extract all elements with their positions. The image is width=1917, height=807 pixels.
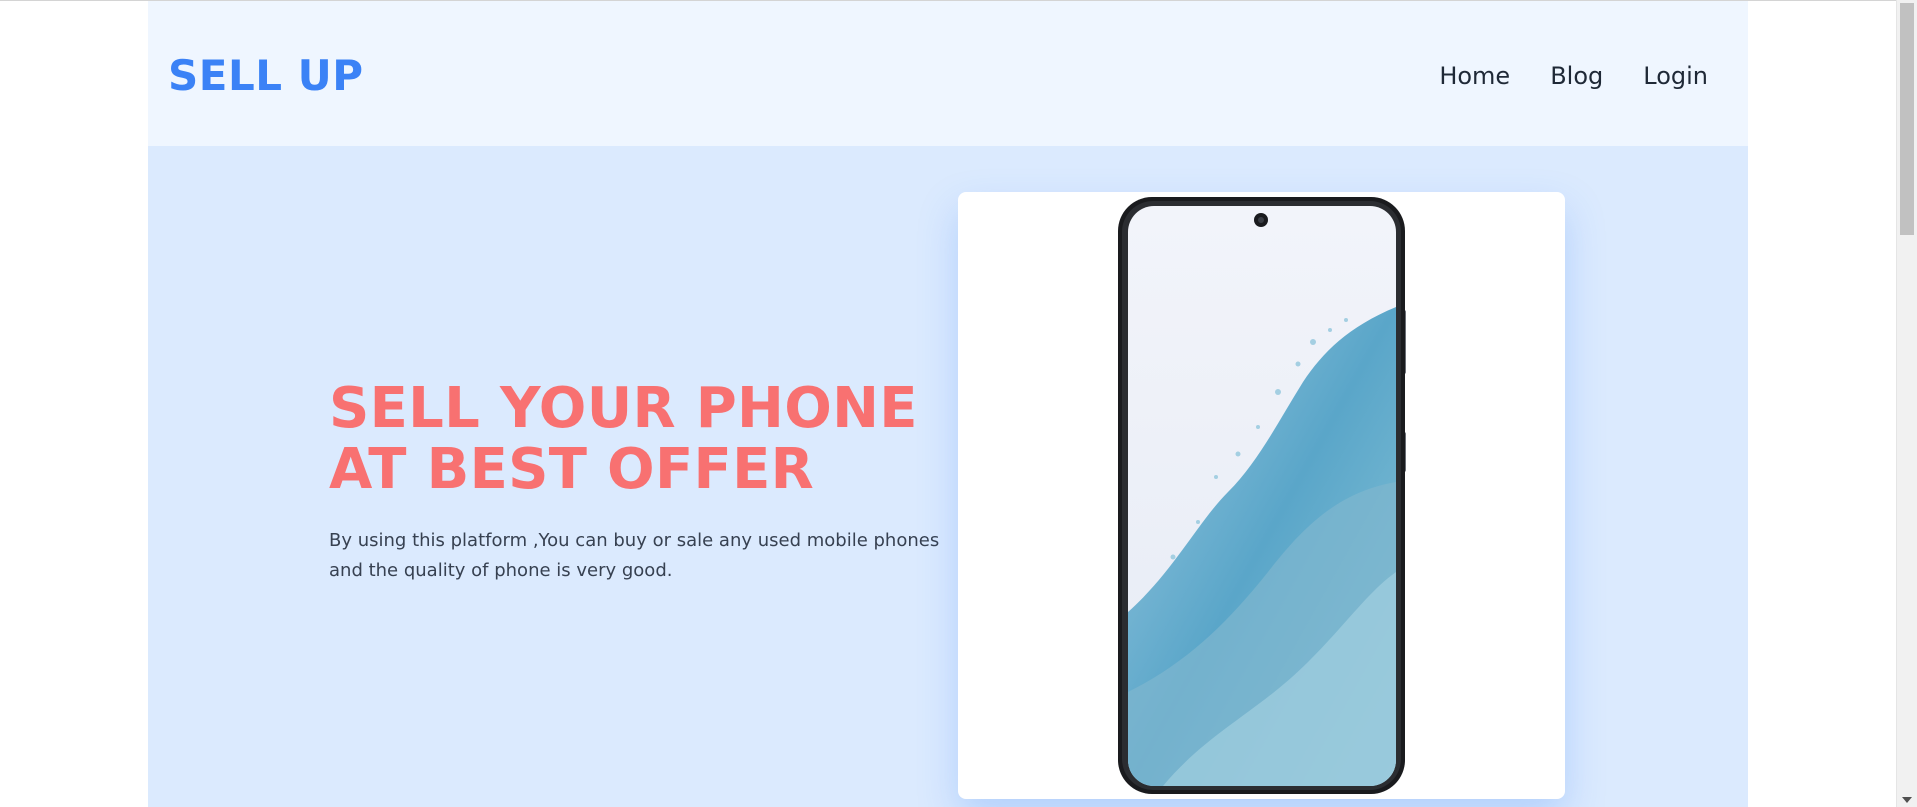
nav-link-home[interactable]: Home bbox=[1439, 59, 1510, 93]
nav-link-blog[interactable]: Blog bbox=[1550, 59, 1603, 93]
navbar: SELL UP Home Blog Login bbox=[148, 1, 1748, 146]
hero-title: SELL YOUR PHONE AT BEST OFFER bbox=[329, 376, 918, 502]
brand-logo[interactable]: SELL UP bbox=[168, 50, 363, 102]
scrollbar-thumb[interactable] bbox=[1900, 3, 1914, 235]
smartphone-image bbox=[1118, 197, 1406, 794]
scroll-down-arrow-icon[interactable] bbox=[1902, 797, 1912, 803]
main-container: SELL UP Home Blog Login SELL YOUR PHONE … bbox=[148, 1, 1748, 807]
nav-menu: Home Blog Login bbox=[1439, 59, 1708, 93]
hero-description: By using this platform ,You can buy or s… bbox=[329, 530, 940, 581]
page: SELL UP Home Blog Login SELL YOUR PHONE … bbox=[0, 0, 1917, 807]
phone-image-card bbox=[958, 192, 1565, 799]
nav-link-login[interactable]: Login bbox=[1643, 59, 1708, 93]
hero-section: SELL YOUR PHONE AT BEST OFFER By using t… bbox=[148, 146, 1748, 807]
vertical-scrollbar[interactable] bbox=[1896, 0, 1917, 807]
